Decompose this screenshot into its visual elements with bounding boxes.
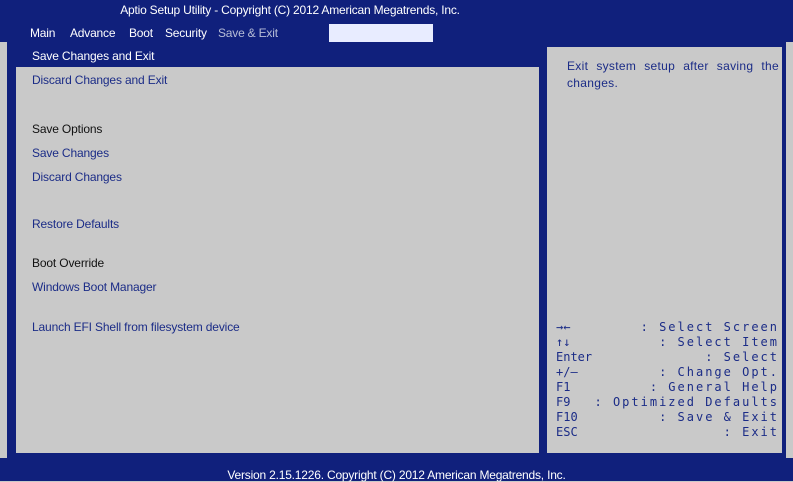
key-esc: ESC — [556, 425, 578, 439]
key-row: Enter : Select — [556, 350, 779, 365]
key-row: ESC : Exit — [556, 425, 779, 440]
key-row: F9 : Optimized Defaults — [556, 395, 779, 410]
key-plus-minus: +/— — [556, 365, 578, 379]
key-f9: F9 — [556, 395, 571, 409]
tab-bar-highlight — [329, 24, 433, 42]
key-description: : Select Item — [659, 335, 779, 349]
key-row: +/— : Change Opt. — [556, 365, 779, 380]
key-row: ↑↓ : Select Item — [556, 335, 779, 350]
menu-item-discard-changes[interactable]: Discard Changes — [32, 170, 122, 184]
tab-save-exit[interactable]: Save & Exit — [218, 26, 278, 40]
menu-item-launch-efi-shell[interactable]: Launch EFI Shell from filesystem device — [32, 320, 240, 334]
tab-security[interactable]: Security — [165, 26, 207, 40]
tab-advance[interactable]: Advance — [70, 26, 116, 40]
menu-pane — [14, 45, 541, 455]
help-description: Exit system setup after saving the chang… — [567, 59, 779, 90]
key-arrows-vertical: ↑↓ — [556, 335, 571, 349]
menu-item-save-changes-and-exit[interactable]: Save Changes and Exit — [32, 49, 154, 63]
menu-item-save-changes[interactable]: Save Changes — [32, 146, 109, 160]
tab-boot[interactable]: Boot — [129, 26, 153, 40]
key-enter: Enter — [556, 350, 593, 364]
tab-main[interactable]: Main — [30, 26, 55, 40]
key-arrows-horizontal: →← — [556, 320, 571, 334]
key-row: →← : Select Screen — [556, 320, 779, 335]
key-f1: F1 — [556, 380, 571, 394]
key-description: : Optimized Defaults — [594, 395, 779, 409]
key-description: : Change Opt. — [659, 365, 779, 379]
key-legend: →← : Select Screen ↑↓ : Select Item Ente… — [556, 320, 779, 440]
app-title: Aptio Setup Utility - Copyright (C) 2012… — [120, 3, 460, 17]
key-description: : Exit — [723, 425, 779, 439]
section-heading-save-options: Save Options — [32, 122, 103, 136]
key-row: F10 : Save & Exit — [556, 410, 779, 425]
key-description: : Save & Exit — [659, 410, 779, 424]
key-description: : Select Screen — [640, 320, 779, 334]
version-text: Version 2.15.1226. Copyright (C) 2012 Am… — [227, 468, 566, 482]
menu-item-discard-changes-and-exit[interactable]: Discard Changes and Exit — [32, 73, 167, 87]
key-description: : Select — [705, 350, 779, 364]
key-row: F1 : General Help — [556, 380, 779, 395]
menu-item-restore-defaults[interactable]: Restore Defaults — [32, 217, 119, 231]
section-heading-boot-override: Boot Override — [32, 256, 105, 270]
menu-item-windows-boot-manager[interactable]: Windows Boot Manager — [32, 280, 157, 294]
key-f10: F10 — [556, 410, 578, 424]
key-description: : General Help — [649, 380, 779, 394]
